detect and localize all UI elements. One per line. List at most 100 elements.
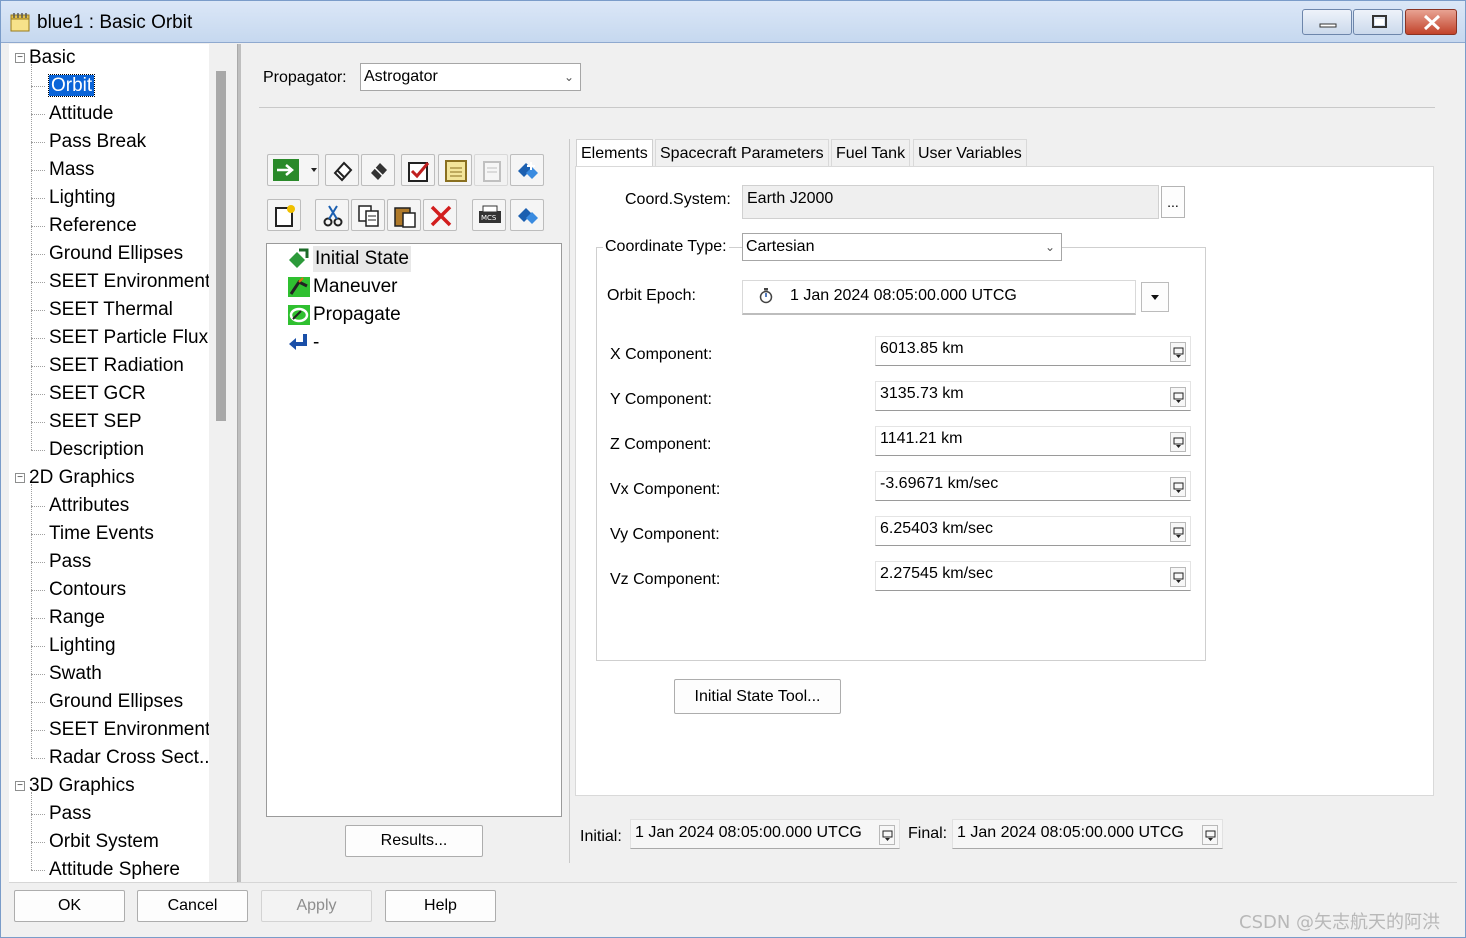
unit-selector-button[interactable] [1170, 387, 1186, 407]
insert-segment-button[interactable] [267, 154, 319, 186]
initial-time-field[interactable]: 1 Jan 2024 08:05:00.000 UTCG [630, 819, 900, 849]
tree-connector [31, 702, 45, 703]
delete-button[interactable] [423, 199, 457, 231]
notes-button[interactable] [438, 154, 472, 186]
component-input[interactable]: 1141.21 km [875, 426, 1191, 456]
copy-button[interactable] [351, 199, 385, 231]
tree-item[interactable]: Attributes [49, 492, 129, 520]
unit-selector-button[interactable] [1170, 432, 1186, 452]
tab-user-variables[interactable]: User Variables [913, 139, 1027, 166]
coord-system-browse-button[interactable]: ... [1161, 186, 1185, 218]
component-input[interactable]: 6013.85 km [875, 336, 1191, 366]
tree-item[interactable]: Time Events [49, 520, 154, 548]
orbit-epoch-field[interactable]: 1 Jan 2024 08:05:00.000 UTCG [742, 280, 1136, 315]
tree-item[interactable]: SEET Particle Flux [49, 324, 208, 352]
tree-item[interactable]: Attitude Sphere [49, 856, 180, 882]
minimize-button[interactable] [1302, 9, 1352, 35]
new-segment-button[interactable] [267, 199, 301, 231]
tree-item[interactable]: SEET SEP [49, 408, 142, 436]
tab-spacecraft-parameters[interactable]: Spacecraft Parameters [655, 139, 829, 166]
tree-group-0[interactable]: Basic [29, 44, 75, 72]
initial-time-unit-button[interactable] [879, 825, 895, 845]
tree-group-1[interactable]: 2D Graphics [29, 464, 135, 492]
validate-button[interactable] [401, 154, 435, 186]
component-input[interactable]: 3135.73 km [875, 381, 1191, 411]
tree-item[interactable]: Range [49, 604, 105, 632]
tree-scroll-thumb[interactable] [216, 71, 226, 421]
cancel-button[interactable]: Cancel [137, 890, 248, 922]
final-time-field[interactable]: 1 Jan 2024 08:05:00.000 UTCG [952, 819, 1223, 849]
component-label: Y Component: [610, 391, 712, 408]
property-tree[interactable]: − Basic Orbit Attitude Pass Break Mass Lightin… [9, 44, 231, 882]
tree-item[interactable]: Contours [49, 576, 126, 604]
tree-item[interactable]: SEET Radiation [49, 352, 184, 380]
tab-elements[interactable]: Elements [576, 139, 653, 167]
paste-disabled-button[interactable] [474, 154, 508, 186]
tree-item-label: Range [49, 607, 105, 628]
apply-button[interactable]: Apply [261, 890, 372, 922]
tree-item[interactable]: Attitude [49, 100, 113, 128]
printer-mcs-icon: MCS [479, 205, 501, 223]
tree-item[interactable]: SEET Thermal [49, 296, 173, 324]
tree-item[interactable]: SEET Environment [49, 716, 210, 744]
ok-button[interactable]: OK [14, 890, 125, 922]
tree-connector [31, 170, 45, 171]
title-bar[interactable]: blue1 : Basic Orbit [1, 1, 1465, 43]
tree-item[interactable]: Ground Ellipses [49, 240, 183, 268]
tree-item[interactable]: Description [49, 436, 144, 464]
tree-item[interactable]: Mass [49, 156, 94, 184]
tree-item[interactable]: Reference [49, 212, 137, 240]
results-button[interactable]: Results... [345, 825, 483, 857]
tree-item[interactable]: Radar Cross Sect... [49, 744, 215, 772]
notebook-icon [9, 11, 31, 33]
tree-group-2[interactable]: 3D Graphics [29, 772, 135, 800]
tree-connector [31, 64, 32, 450]
tab-fuel-tank[interactable]: Fuel Tank [831, 139, 911, 166]
tree-scrollbar[interactable] [209, 44, 231, 882]
unit-selector-button[interactable] [1170, 567, 1186, 587]
component-add-icon [518, 162, 538, 179]
propagator-select[interactable]: Astrogator ⌄ [360, 63, 581, 91]
tree-item-label: Attitude Sphere [49, 859, 180, 880]
unit-selector-button[interactable] [1170, 522, 1186, 542]
tree-item[interactable]: Lighting [49, 184, 116, 212]
panel-splitter[interactable] [237, 44, 241, 882]
help-button[interactable]: Help [385, 890, 496, 922]
close-button[interactable] [1405, 9, 1457, 35]
tree-item-label: SEET Environment [49, 719, 211, 740]
tree-item[interactable]: SEET Environment [49, 268, 210, 296]
unit-selector-button[interactable] [1170, 342, 1186, 362]
tree-item[interactable]: Orbit [47, 72, 96, 100]
tree-item[interactable]: SEET GCR [49, 380, 146, 408]
maximize-button[interactable] [1353, 9, 1403, 35]
tree-item[interactable]: Pass [49, 800, 91, 828]
coordinate-type-select[interactable]: Cartesian ⌄ [742, 233, 1062, 261]
cut-button[interactable] [315, 199, 349, 231]
initial-state-icon [289, 248, 309, 268]
component-browser-button[interactable] [510, 199, 544, 231]
add-component-button[interactable] [510, 154, 544, 186]
tree-collapse-icon[interactable]: − [15, 53, 25, 63]
final-time-unit-button[interactable] [1202, 825, 1218, 845]
tree-collapse-icon[interactable]: − [15, 781, 25, 791]
component-input[interactable]: 6.25403 km/sec [875, 516, 1191, 546]
eraser-button[interactable] [325, 154, 359, 186]
tree-item[interactable]: Swath [49, 660, 102, 688]
unit-selector-icon [1173, 482, 1184, 493]
component-input[interactable]: 2.27545 km/sec [875, 561, 1191, 591]
tree-item[interactable]: Orbit System [49, 828, 159, 856]
unit-selector-button[interactable] [1170, 477, 1186, 497]
tree-item[interactable]: Lighting [49, 632, 116, 660]
mission-control-sequence[interactable]: Initial State Maneuver Propagate - [266, 243, 562, 817]
clear-segment-button[interactable] [361, 154, 395, 186]
component-input[interactable]: -3.69671 km/sec [875, 471, 1191, 501]
tree-item[interactable]: Ground Ellipses [49, 688, 183, 716]
orbit-epoch-dropdown-button[interactable] [1141, 282, 1169, 312]
tree-item[interactable]: Pass [49, 548, 91, 576]
mcs-options-button[interactable]: MCS [472, 199, 506, 231]
tree-item-label: Lighting [49, 635, 116, 656]
paste-button[interactable] [387, 199, 421, 231]
tree-collapse-icon[interactable]: − [15, 473, 25, 483]
tree-item[interactable]: Pass Break [49, 128, 146, 156]
initial-state-tool-button[interactable]: Initial State Tool... [674, 679, 841, 714]
